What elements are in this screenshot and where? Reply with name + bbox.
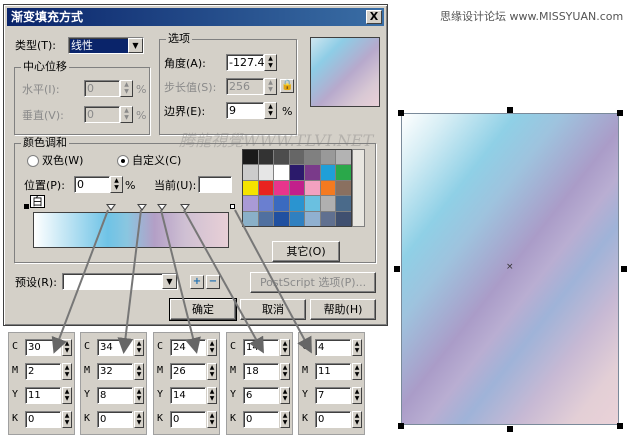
arrow-stop-3 bbox=[160, 209, 201, 354]
selection-handle[interactable] bbox=[398, 110, 404, 116]
arrow-stop-5 bbox=[234, 209, 312, 354]
selection-handle[interactable] bbox=[398, 423, 404, 429]
arrow-stop-4 bbox=[183, 209, 264, 354]
selection-handle[interactable] bbox=[621, 266, 627, 272]
selection-handle[interactable] bbox=[617, 423, 623, 429]
selection-handle[interactable] bbox=[507, 107, 513, 113]
selection-handle[interactable] bbox=[617, 110, 623, 116]
arrow-stop-1 bbox=[51, 209, 109, 354]
selection-handle[interactable] bbox=[507, 426, 513, 432]
center-marker-icon: × bbox=[506, 262, 514, 272]
selection-handle[interactable] bbox=[394, 266, 400, 272]
arrow-stop-2 bbox=[117, 209, 142, 354]
